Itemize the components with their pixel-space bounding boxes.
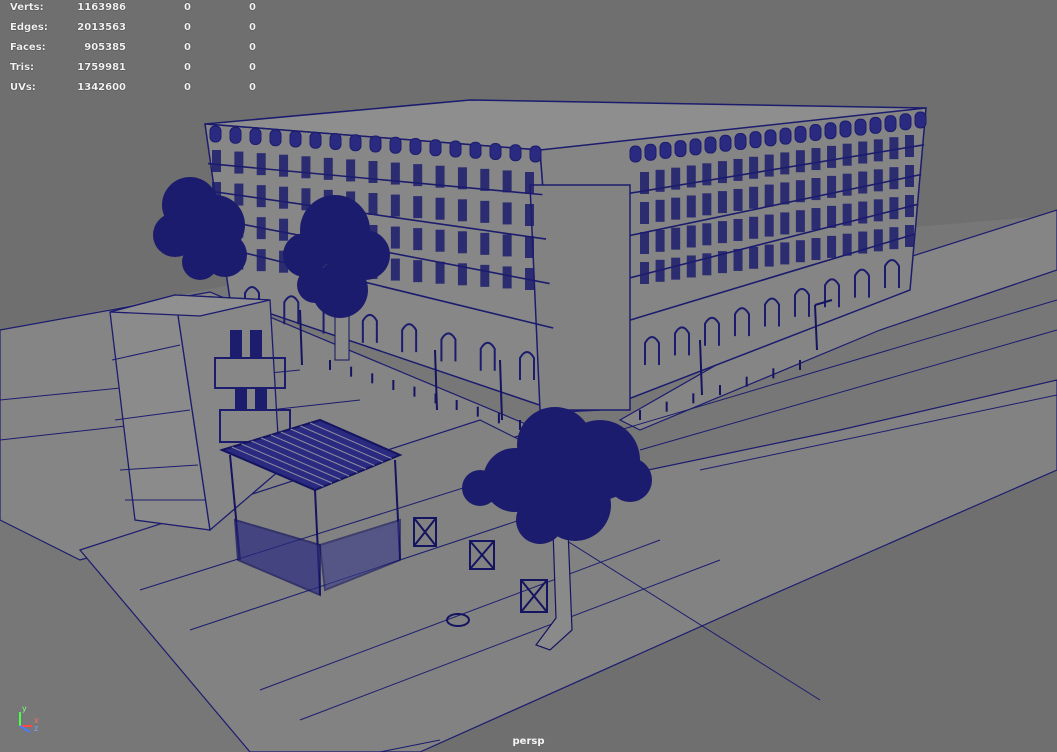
hud-stat-triangles: 0 [249,62,256,73]
building-corner-tower [529,184,631,411]
axis-y-label: y [22,704,27,713]
hud-stat-triangles: 0 [249,22,256,33]
hud-stat-selected: 0 [184,42,191,53]
hud-stat-selected: 0 [184,62,191,73]
axis-gizmo: y x z [6,704,42,734]
hud-stat-triangles: 0 [249,42,256,53]
camera-label: persp [512,736,545,747]
hud-stat-label: Edges: [10,22,48,33]
hud-stat-triangles: 0 [249,82,256,93]
scene-wireframe[interactable] [0,0,1057,752]
hud-stat-value: 905385 [84,42,126,53]
hud-stat-label: Tris: [10,62,35,73]
hud-stat-triangles: 0 [249,2,256,13]
hud-stat-value: 1759981 [77,62,126,73]
hud-stat-value: 2013563 [77,22,126,33]
hud-stat-label: Faces: [10,42,46,53]
viewport-persp[interactable]: Verts: 1163986 0 0 Edges: 2013563 0 0 Faces: 9053… [0,0,1057,752]
hud-stat-label: Verts: [10,2,44,13]
axis-z-label: z [34,724,39,733]
hud-stat-value: 1163986 [77,2,126,13]
hud-stat-selected: 0 [184,2,191,13]
hud-stat-selected: 0 [184,82,191,93]
hud-stat-value: 1342600 [77,82,126,93]
hud-stat-selected: 0 [184,22,191,33]
hud-stat-label: UVs: [10,82,36,93]
